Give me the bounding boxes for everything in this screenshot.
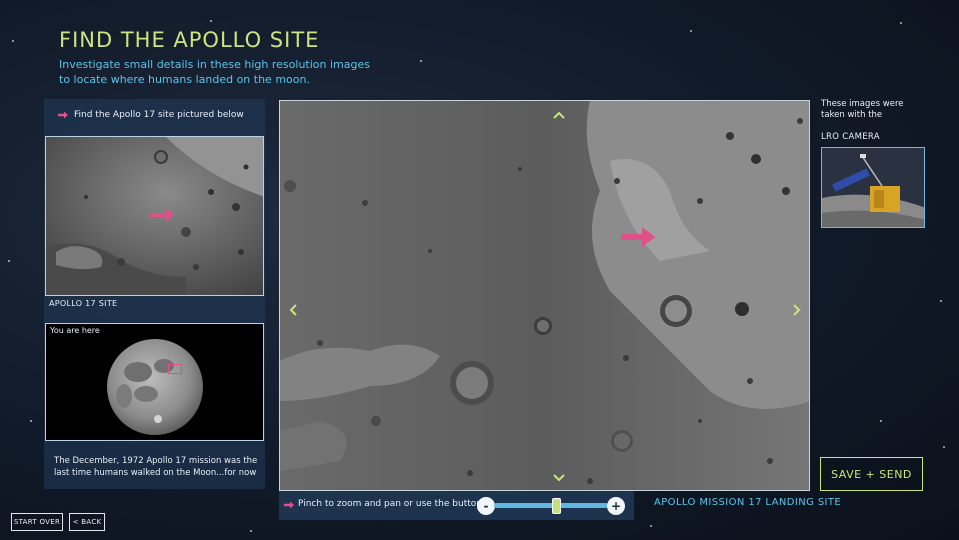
you-are-here-marker xyxy=(168,364,182,374)
chevron-right-icon xyxy=(793,304,801,316)
save-send-button[interactable]: SAVE + SEND xyxy=(820,457,923,491)
instruction-row: Find the Apollo 17 site pictured below xyxy=(58,110,244,120)
pink-arrow-icon xyxy=(58,111,68,119)
site-caption: APOLLO 17 SITE xyxy=(49,299,118,308)
pan-right-button[interactable] xyxy=(787,300,807,320)
page-title: FIND THE APOLLO SITE xyxy=(59,28,320,52)
camera-info-text: These images were taken with the xyxy=(821,99,904,120)
chevron-left-icon xyxy=(289,304,297,316)
minimap-label: You are here xyxy=(50,326,100,335)
mission-description: The December, 1972 Apollo 17 mission was… xyxy=(54,456,258,478)
chevron-up-icon xyxy=(553,111,565,119)
zoom-slider-track[interactable] xyxy=(494,503,608,508)
location-marker-icon xyxy=(621,227,655,247)
chevron-down-icon xyxy=(553,474,565,482)
zoom-in-button[interactable]: + xyxy=(607,497,625,515)
pan-left-button[interactable] xyxy=(283,300,303,320)
pink-arrow-icon xyxy=(284,501,294,509)
back-button[interactable]: < BACK xyxy=(69,513,105,531)
instruction-text: Find the Apollo 17 site pictured below xyxy=(74,110,244,120)
moon-minimap xyxy=(45,323,264,441)
image-caption: APOLLO MISSION 17 LANDING SITE xyxy=(654,497,842,508)
location-marker-icon xyxy=(150,208,174,222)
pan-down-button[interactable] xyxy=(549,468,569,488)
zoom-slider-handle[interactable] xyxy=(552,498,562,514)
pan-up-button[interactable] xyxy=(549,105,569,125)
zoom-out-button[interactable]: - xyxy=(477,497,495,515)
lunar-image-viewer[interactable] xyxy=(279,100,810,491)
camera-label: LRO CAMERA xyxy=(821,132,880,142)
zoom-instruction: Pinch to zoom and pan or use the buttons xyxy=(298,499,487,509)
apollo-site-image xyxy=(45,136,264,296)
start-over-button[interactable]: START OVER xyxy=(11,513,63,531)
page-subtitle: Investigate small details in these high … xyxy=(59,58,370,86)
lro-camera-image xyxy=(821,147,925,228)
